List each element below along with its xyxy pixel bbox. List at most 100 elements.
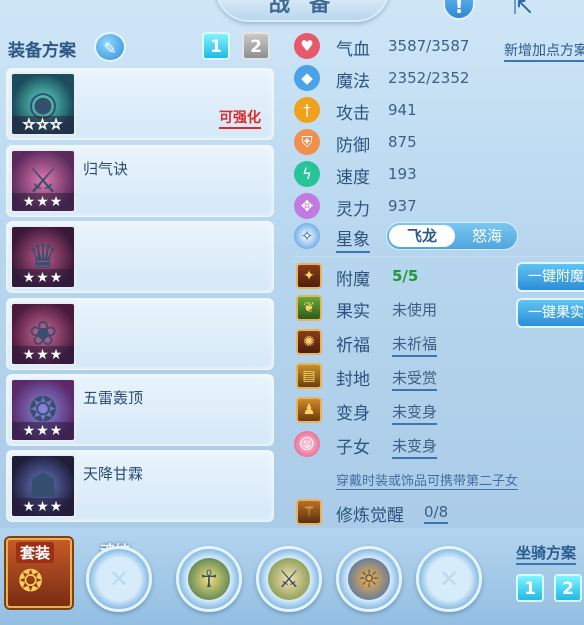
new-point-plan-link[interactable]: 新增加点方案	[504, 40, 584, 62]
equipment-icon[interactable]: ◉ ☆☆☆	[10, 72, 76, 136]
equipment-plan-2-button[interactable]: 2	[242, 32, 270, 60]
fruit-icon: ❦	[296, 295, 322, 321]
suit-button[interactable]: 套装 ❂	[6, 538, 72, 608]
bless-value[interactable]: 未祈福	[392, 333, 438, 357]
equipment-slot-2[interactable]: ⚔ ★★★ 归气诀	[6, 145, 274, 217]
treasure-icon: ❂	[18, 564, 44, 599]
speed-icon: ϟ	[294, 161, 320, 187]
enhance-link[interactable]: 可强化	[219, 107, 261, 129]
stat-row-attack: † 攻击 941	[292, 96, 584, 124]
soul-skill-slot-3[interactable]: ⚔	[256, 546, 322, 612]
equipment-name: 天降甘霖	[83, 465, 144, 483]
fief-value[interactable]: 未受赏	[392, 367, 438, 391]
stat-value: 875	[388, 133, 417, 151]
equipment-icon[interactable]: ⚔ ★★★	[10, 149, 76, 213]
stat-label: 子女	[336, 438, 370, 458]
equipment-icon[interactable]: ❂ ★★★	[10, 378, 76, 442]
cultivate-icon: ⚚	[296, 499, 322, 525]
stat-value: 3587/3587	[388, 37, 470, 55]
child-value[interactable]: 未变身	[392, 435, 438, 459]
child-icon: ☺	[294, 431, 320, 457]
fruit-value: 未使用	[392, 301, 438, 319]
equipment-slot-5[interactable]: ❂ ★★★ 五雷轰顶	[6, 374, 274, 446]
equipment-icon[interactable]: ❀ ★★★	[10, 302, 76, 366]
stat-row-fief: ▤ 封地 未受赏	[292, 362, 584, 391]
constellation-label[interactable]: 星象	[336, 225, 370, 253]
equipment-name: 五雷轰顶	[83, 389, 144, 407]
mount-plan-title[interactable]: 坐骑方案	[516, 542, 577, 565]
equipment-icon[interactable]: ♛ ★★★	[10, 225, 76, 289]
stat-value: 2352/2352	[388, 69, 470, 87]
edit-plan-button[interactable]: ✎	[94, 32, 126, 62]
stat-row-bless: ✺ 祈福 未祈福	[292, 328, 584, 357]
stat-value: 941	[388, 101, 417, 119]
constellation-icon: ✧	[294, 223, 320, 249]
transform-value[interactable]: 未变身	[392, 401, 438, 425]
soul-skill-slot-5[interactable]: ✕	[416, 546, 482, 612]
help-button[interactable]: !	[443, 0, 475, 20]
equipment-slot-3[interactable]: ♛ ★★★	[6, 221, 274, 293]
title-plaque: 战 备	[215, 0, 390, 22]
heart-icon: ♥	[294, 33, 320, 59]
equipment-plan-title: 装备方案	[8, 41, 76, 61]
star-rating: ★★★	[12, 498, 74, 516]
stat-row-spirit: ✥ 灵力 937	[292, 192, 584, 220]
equipment-icon[interactable]: ☗ ★★★	[10, 454, 76, 518]
toggle-option-nuhai[interactable]: 怒海	[459, 225, 515, 247]
exclamation-icon: !	[454, 0, 464, 18]
stat-row-transform: ♟ 变身 未变身	[292, 396, 584, 425]
soul-skill-slot-4[interactable]: ☼	[336, 546, 402, 612]
star-rating: ☆☆☆	[12, 116, 74, 134]
enchant-value: 5/5	[392, 267, 419, 285]
stat-label: 速度	[336, 168, 370, 188]
skill-icon: ⚔	[268, 558, 310, 600]
stats-panel: ♥ 气血 3587/3587 新增加点方案 ◆ 魔法 2352/2352 † 攻…	[288, 28, 584, 528]
equipment-slot-6[interactable]: ☗ ★★★ 天降甘霖	[6, 450, 274, 522]
stat-label: 果实	[336, 302, 370, 322]
defense-icon: ⛨	[294, 129, 320, 155]
equipment-plan-1-button[interactable]: 1	[202, 32, 230, 60]
battle-prep-window: 战 备 ! ⇱ 装备方案 ✎ 1 2 ◉ ☆☆☆ 可强化 ⚔ ★★★ 归气诀 ♛…	[0, 0, 584, 625]
share-button[interactable]: ⇱	[505, 0, 541, 20]
mana-icon: ◆	[294, 65, 320, 91]
one-click-fruit-button[interactable]: 一键果实	[516, 298, 584, 328]
share-icon: ⇱	[512, 0, 534, 20]
stat-row-speed: ϟ 速度 193	[292, 160, 584, 188]
stat-row-mp: ◆ 魔法 2352/2352	[292, 64, 584, 92]
stat-row-cultivate: ⚚ 修炼觉醒 0/8	[292, 498, 584, 526]
stat-label: 封地	[336, 370, 370, 390]
equipment-panel: 装备方案 ✎ 1 2 ◉ ☆☆☆ 可强化 ⚔ ★★★ 归气诀 ♛ ★★★ ❀ ★…	[2, 28, 280, 522]
soul-skill-slot-1[interactable]: ✕	[86, 546, 152, 612]
skill-icon: ☼	[348, 558, 390, 600]
mount-plan-1-button[interactable]: 1	[516, 574, 544, 602]
mount-plan-2-button[interactable]: 2	[554, 574, 582, 602]
second-child-note[interactable]: 穿戴时装或饰品可携带第二子女	[336, 470, 519, 490]
stat-row-child: ☺ 子女 未变身	[292, 430, 584, 459]
stat-label: 修炼觉醒	[336, 506, 404, 526]
stat-label: 灵力	[336, 200, 370, 220]
constellation-toggle[interactable]: 飞龙 怒海	[386, 222, 518, 250]
one-click-enchant-button[interactable]: 一键附魔	[516, 262, 584, 292]
star-rating: ★★★	[12, 346, 74, 364]
stat-label: 防御	[336, 136, 370, 156]
skill-icon: ☥	[188, 558, 230, 600]
stat-label: 附魔	[336, 270, 370, 290]
stat-label: 攻击	[336, 104, 370, 124]
fief-icon: ▤	[296, 363, 322, 389]
stat-label: 变身	[336, 404, 370, 424]
title-bar: 战 备 ! ⇱	[0, 0, 584, 22]
suit-label: 套装	[16, 542, 55, 563]
equipment-slot-4[interactable]: ❀ ★★★	[6, 298, 274, 370]
cultivate-value[interactable]: 0/8	[424, 503, 449, 524]
soul-skill-slot-2[interactable]: ☥	[176, 546, 242, 612]
empty-slot-icon: ✕	[108, 565, 130, 593]
stat-label: 气血	[336, 40, 370, 60]
transform-icon: ♟	[296, 397, 322, 423]
stat-value: 193	[388, 165, 417, 183]
equipment-slot-1[interactable]: ◉ ☆☆☆ 可强化	[6, 68, 274, 140]
bless-icon: ✺	[296, 329, 322, 355]
toggle-option-feilong[interactable]: 飞龙	[389, 225, 455, 247]
divider	[292, 256, 584, 257]
stat-row-defense: ⛨ 防御 875	[292, 128, 584, 156]
stat-label: 祈福	[336, 336, 370, 356]
